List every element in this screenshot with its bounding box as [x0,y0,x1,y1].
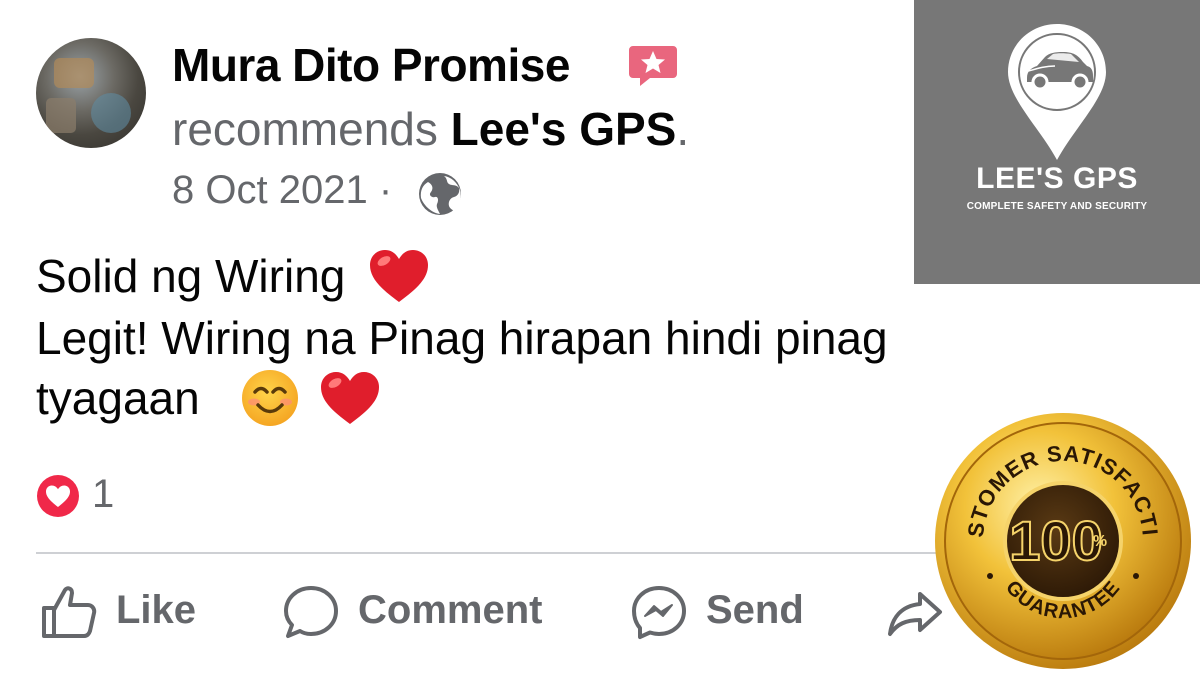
send-label: Send [706,588,804,632]
seal-value: 100 [1009,509,1102,572]
heart-reaction-icon [37,475,79,517]
action-divider [36,552,936,554]
red-heart-icon [370,249,429,302]
post-timestamp[interactable]: 8 Oct 2021 · [172,168,392,213]
author-avatar[interactable] [36,38,146,148]
reaction-count: 1 [92,472,115,516]
send-button[interactable]: Send [630,582,810,644]
post-line-2: Legit! Wiring na Pinag hirapan hindi pin… [36,311,888,364]
red-heart-icon [321,371,380,424]
recommend-verb: recommends [172,103,438,155]
post-line-1: Solid ng Wiring [36,246,1036,308]
post-text-3: tyagaan [36,371,200,424]
comment-label: Comment [358,588,543,632]
seal-unit: % [1093,533,1107,550]
like-button[interactable]: Like [40,582,210,644]
post-text-1: Solid ng Wiring [36,250,346,302]
post-date[interactable]: 8 Oct 2021 [172,168,368,212]
brand-logo-panel: LEE'S GPS COMPLETE SAFETY AND SECURITY [914,0,1200,284]
page-name-link[interactable]: Lee's GPS [451,103,677,155]
brand-tagline: COMPLETE SAFETY AND SECURITY [966,201,1148,212]
brand-title: LEE'S GPS [976,162,1138,195]
post-body: Solid ng Wiring Legit! Wiring na Pinag h… [36,246,1036,432]
satisfaction-guarantee-seal: CUSTOMER SATISFACTION GUARANTEE 100 % [930,408,1191,669]
recommend-end: . [676,103,690,155]
messenger-icon [632,586,686,639]
comment-bubble-icon [284,586,338,638]
smiling-face-icon [242,369,299,426]
recommendation-star-icon [629,46,677,86]
location-pin-car-logo [1008,24,1106,160]
meta-separator: · [378,168,393,212]
globe-icon [419,173,461,215]
recommendation-line: recommends Lee's GPS. [172,102,689,156]
like-label: Like [116,588,197,632]
comment-button[interactable]: Comment [282,582,552,644]
thumbs-up-icon [42,586,97,638]
post-line-3: tyagaan [36,368,1036,432]
author-name[interactable]: Mura Dito Promise [172,38,570,92]
